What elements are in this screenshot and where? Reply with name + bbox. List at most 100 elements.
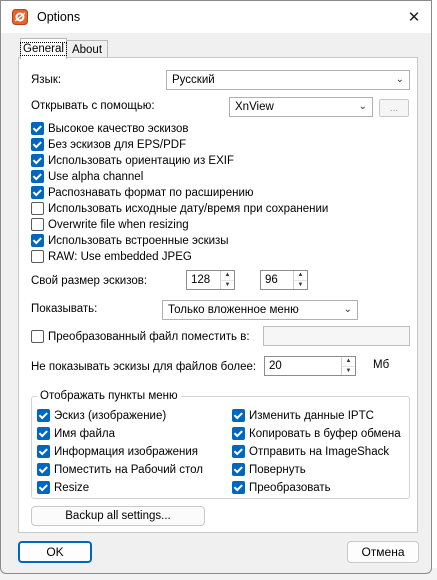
checkbox-icon [31, 170, 44, 183]
thumb-width-value: 128 [191, 274, 211, 286]
checkbox-label: RAW: Use embedded JPEG [48, 250, 192, 263]
arrow-down-icon[interactable]: ▼ [342, 367, 355, 376]
checkbox-icon [31, 138, 44, 151]
chevron-down-icon: ⌄ [395, 74, 404, 85]
checkbox-embedded-thumbs[interactable]: Использовать встроенные эскизы [31, 233, 229, 248]
checkbox-label: Overwrite file when resizing [48, 218, 189, 231]
checkbox-icon [31, 122, 44, 135]
checkbox-keep-datetime[interactable]: Использовать исходные дату/время при сох… [31, 201, 328, 216]
checkbox-icon [232, 463, 245, 476]
checkbox-label: Распознавать формат по расширению [48, 186, 254, 199]
checkbox-label: Имя файла [54, 427, 115, 440]
max-size-unit: Мб [373, 359, 390, 371]
checkbox-no-eps-pdf[interactable]: Без эскизов для EPS/PDF [31, 137, 186, 152]
title-bar: Options ✕ [1, 1, 431, 33]
checkbox-label: Копировать в буфер обмена [249, 427, 401, 440]
arrow-down-icon[interactable]: ▼ [294, 281, 307, 290]
menu-item-iptc[interactable]: Изменить данные IPTC [232, 408, 374, 423]
spin-arrows[interactable]: ▲ ▼ [220, 271, 234, 289]
arrow-down-icon[interactable]: ▼ [221, 281, 234, 290]
max-size-label: Не показывать эскизы для файлов более: [31, 361, 257, 373]
checkbox-label: Преобразованный файл поместить в: [48, 330, 250, 343]
chevron-down-icon: ⌄ [343, 304, 352, 315]
checkbox-label: Поместить на Рабочий стол [54, 463, 203, 476]
menu-item-rotate[interactable]: Повернуть [232, 462, 306, 477]
menu-item-filename[interactable]: Имя файла [37, 426, 115, 441]
checkbox-icon [232, 409, 245, 422]
menu-item-convert[interactable]: Преобразовать [232, 480, 331, 495]
checkbox-icon [37, 481, 50, 494]
open-with-label: Открывать с помощью: [31, 100, 155, 112]
checkbox-icon [37, 445, 50, 458]
checkbox-icon [37, 409, 50, 422]
thumb-width-stepper[interactable]: 128 ▲ ▼ [186, 270, 235, 290]
spin-arrows[interactable]: ▲ ▼ [341, 357, 355, 375]
max-size-value: 20 [269, 360, 282, 372]
checkbox-label: Информация изображения [54, 445, 199, 458]
max-size-stepper[interactable]: 20 ▲ ▼ [264, 356, 356, 376]
thumb-size-label: Свой размер эскизов: [31, 275, 148, 287]
checkbox-overwrite-resize[interactable]: Overwrite file when resizing [31, 217, 189, 232]
menu-item-resize[interactable]: Resize [37, 480, 89, 495]
menu-item-imageshack[interactable]: Отправить на ImageShack [232, 444, 389, 459]
checkbox-icon [232, 445, 245, 458]
checkbox-exif-orientation[interactable]: Использовать ориентацию из EXIF [31, 153, 234, 168]
general-panel: Язык: Русский ⌄ Открывать с помощью: XnV… [18, 57, 418, 533]
tab-general-label: General [20, 42, 67, 56]
checkbox-format-by-extension[interactable]: Распознавать формат по расширению [31, 185, 254, 200]
language-value: Русский [172, 74, 215, 86]
arrow-up-icon[interactable]: ▲ [221, 271, 234, 281]
checkbox-alpha-channel[interactable]: Use alpha channel [31, 169, 143, 184]
window-title: Options [37, 10, 81, 24]
xnview-app-icon [12, 9, 28, 25]
cancel-button[interactable]: Отмена [347, 541, 419, 563]
show-value: Только вложенное меню [168, 304, 299, 316]
checkbox-label: Использовать встроенные эскизы [48, 234, 229, 247]
tab-general[interactable]: General [20, 38, 67, 59]
checkbox-icon [31, 250, 44, 263]
converted-destination-input[interactable] [263, 326, 410, 346]
checkbox-icon [37, 427, 50, 440]
checkbox-icon [232, 481, 245, 494]
checkbox-label: Без эскизов для EPS/PDF [48, 138, 187, 151]
checkbox-icon [232, 427, 245, 440]
backup-settings-button[interactable]: Backup all settings... [31, 506, 205, 526]
checkbox-label: Resize [54, 481, 90, 494]
checkbox-raw-jpeg[interactable]: RAW: Use embedded JPEG [31, 249, 192, 264]
tab-about-label: About [71, 44, 103, 56]
show-select[interactable]: Только вложенное меню ⌄ [162, 300, 358, 320]
checkbox-icon [31, 154, 44, 167]
checkbox-icon [31, 186, 44, 199]
open-with-select[interactable]: XnView ⌄ [229, 97, 373, 117]
menu-item-clipboard[interactable]: Копировать в буфер обмена [232, 426, 401, 441]
options-dialog: Options ✕ General About Язык: Русский ⌄ … [0, 0, 432, 574]
thumb-height-stepper[interactable]: 96 ▲ ▼ [260, 270, 308, 290]
checkbox-label: Изменить данные IPTC [249, 409, 374, 422]
show-label: Показывать: [31, 303, 98, 315]
menu-item-image-info[interactable]: Информация изображения [37, 444, 198, 459]
open-with-value: XnView [235, 101, 274, 113]
checkbox-icon [31, 234, 44, 247]
ok-button[interactable]: OK [18, 541, 92, 563]
checkbox-converted-destination[interactable]: Преобразованный файл поместить в: [31, 329, 250, 344]
chevron-down-icon: ⌄ [358, 101, 367, 112]
checkbox-label: Use alpha channel [48, 170, 144, 183]
menu-item-thumbnail[interactable]: Эскиз (изображение) [37, 408, 166, 423]
checkbox-icon [31, 218, 44, 231]
menu-item-desktop[interactable]: Поместить на Рабочий стол [37, 462, 203, 477]
checkbox-icon [31, 330, 44, 343]
close-icon[interactable]: ✕ [401, 5, 427, 29]
spin-arrows[interactable]: ▲ ▼ [293, 271, 307, 289]
checkbox-label: Повернуть [249, 463, 306, 476]
browse-button[interactable]: ... [379, 99, 409, 117]
arrow-up-icon[interactable]: ▲ [342, 357, 355, 367]
checkbox-high-quality[interactable]: Высокое качество эскизов [31, 121, 188, 136]
checkbox-icon [37, 463, 50, 476]
checkbox-label: Эскиз (изображение) [54, 409, 167, 422]
language-label: Язык: [31, 74, 62, 86]
checkbox-label: Преобразовать [249, 481, 331, 494]
arrow-up-icon[interactable]: ▲ [294, 271, 307, 281]
language-select[interactable]: Русский ⌄ [166, 70, 410, 90]
checkbox-label: Использовать ориентацию из EXIF [48, 154, 234, 167]
checkbox-label: Отправить на ImageShack [249, 445, 390, 458]
